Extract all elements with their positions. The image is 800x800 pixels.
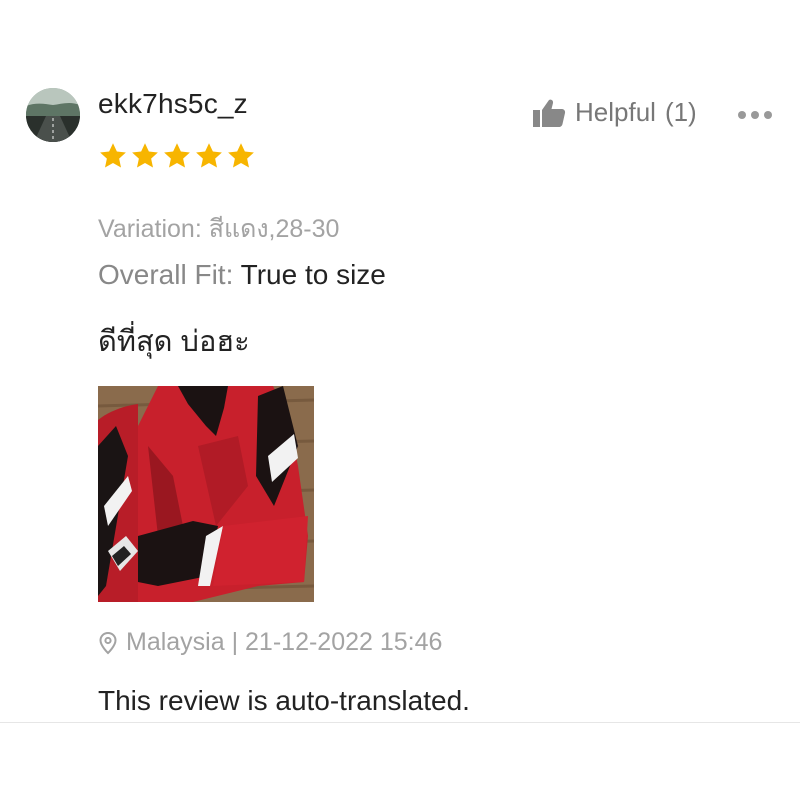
star-icon bbox=[98, 141, 128, 171]
username[interactable]: ekk7hs5c_z bbox=[98, 88, 248, 120]
more-dots-icon[interactable] bbox=[738, 111, 772, 119]
review-photo[interactable] bbox=[98, 386, 314, 602]
location-pin-icon bbox=[98, 631, 118, 655]
avatar[interactable] bbox=[26, 88, 80, 142]
helpful-label: Helpful bbox=[575, 97, 656, 127]
divider bbox=[0, 722, 800, 723]
helpful-count: (1) bbox=[664, 97, 697, 127]
star-icon bbox=[226, 141, 256, 171]
variation-text: Variation: สีแดง,28-30 bbox=[98, 215, 340, 243]
helpful-button[interactable]: Helpful (1) bbox=[532, 97, 697, 128]
star-icon bbox=[130, 141, 160, 171]
thumbs-up-icon bbox=[532, 98, 566, 128]
rating-stars bbox=[98, 141, 256, 171]
fit-value: True to size bbox=[240, 259, 386, 290]
review-comment: ดีที่สุด บ่อฮะ bbox=[98, 326, 250, 358]
overall-fit: Overall Fit: True to size bbox=[98, 259, 386, 291]
star-icon bbox=[162, 141, 192, 171]
translation-note: This review is auto-translated. bbox=[98, 685, 470, 716]
star-icon bbox=[194, 141, 224, 171]
fit-label: Overall Fit: bbox=[98, 259, 234, 290]
location-text: Malaysia | 21-12-2022 15:46 bbox=[126, 628, 443, 656]
location-timestamp: Malaysia | 21-12-2022 15:46 bbox=[98, 628, 442, 657]
